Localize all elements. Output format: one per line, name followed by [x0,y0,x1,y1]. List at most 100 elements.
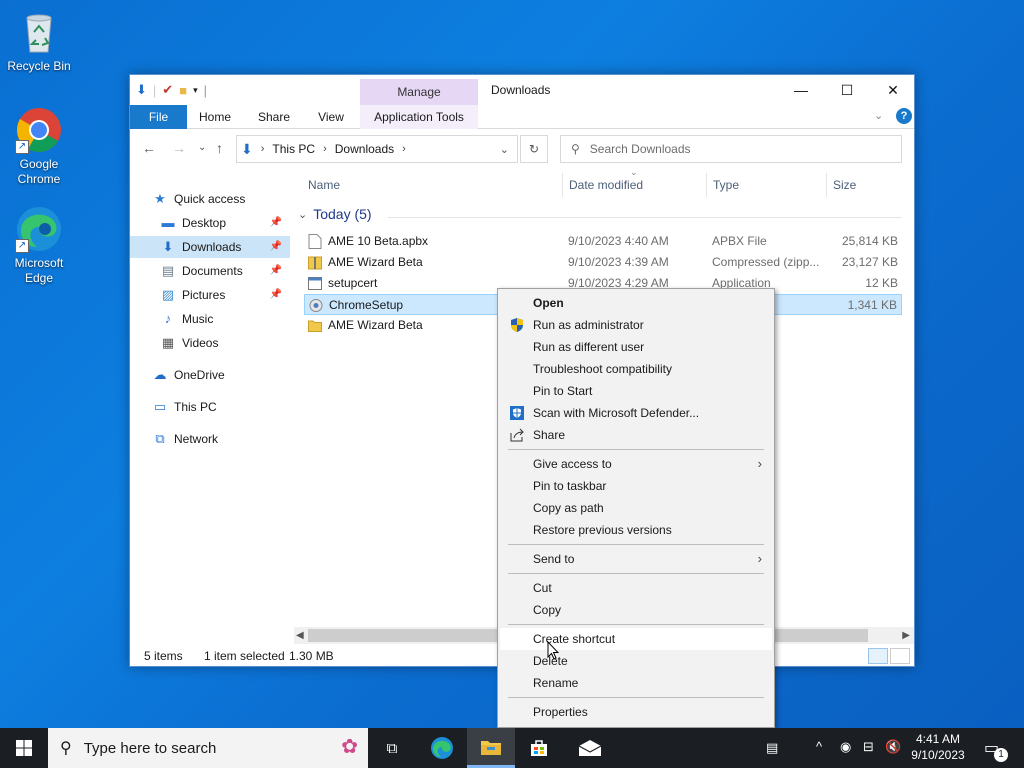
scroll-right-icon[interactable]: ▶ [902,627,910,644]
desktop-icon-recycle-bin[interactable]: Recycle Bin [1,8,77,74]
menu-pin-to-taskbar[interactable]: Pin to taskbar [500,475,772,497]
network-status-icon[interactable]: ⊟ [863,739,874,755]
menu-cut[interactable]: Cut [500,577,772,599]
menu-share[interactable]: Share [500,424,772,446]
search-input[interactable]: ⚲ Search Downloads [560,135,902,163]
menu-pin-to-start[interactable]: Pin to Start [500,380,772,402]
menu-copy[interactable]: Copy [500,599,772,621]
column-divider[interactable] [826,173,827,197]
tab-application-tools[interactable]: Application Tools [360,105,478,129]
nav-desktop[interactable]: ▬ Desktop 📌 [130,212,290,234]
group-header-today[interactable]: ⌄ Today (5) [298,206,902,222]
menu-send-to[interactable]: Send to › [500,548,772,570]
cloud-icon: ☁ [153,367,167,382]
edge-icon: ↗ [15,205,63,253]
nav-music[interactable]: ♪ Music [130,308,290,330]
meet-now-icon[interactable]: ◉ [840,739,851,755]
address-bar[interactable]: ⬇ › This PC › Downloads › ⌄ [236,135,518,163]
column-header-type[interactable]: Type [713,173,739,197]
menu-open[interactable]: Open [500,292,772,314]
menu-properties[interactable]: Properties [500,701,772,723]
tab-view[interactable]: View [308,105,354,129]
nav-downloads[interactable]: ⬇ Downloads 📌 [130,236,290,258]
expand-ribbon-icon[interactable]: ⌄ [874,109,883,122]
scroll-left-icon[interactable]: ◀ [296,627,304,644]
file-row[interactable]: AME 10 Beta.apbx 9/10/2023 4:40 AM APBX … [304,231,902,252]
start-button[interactable] [0,728,48,768]
clock-date: 9/10/2023 [911,748,965,762]
clock[interactable]: 4:41 AM 9/10/2023 [906,731,970,763]
menu-run-as-administrator[interactable]: Run as administrator [500,314,772,336]
desktop-icon-chrome[interactable]: ↗ Google Chrome [1,106,77,187]
maximize-button[interactable]: ☐ [824,75,870,105]
menu-create-shortcut[interactable]: Create shortcut [500,628,772,650]
input-indicator-icon[interactable]: ▤ [766,740,778,756]
menu-rename[interactable]: Rename [500,672,772,694]
customize-qat-icon[interactable]: ▾ [193,85,198,96]
nav-pictures[interactable]: ▨ Pictures 📌 [130,284,290,306]
file-size: 25,814 KB [841,234,898,248]
menu-run-as-different-user[interactable]: Run as different user [500,336,772,358]
column-header-size[interactable]: Size [833,173,856,197]
edge-icon [431,737,453,759]
volume-muted-icon[interactable]: 🔇 [885,739,901,755]
breadcrumb-chevron-icon[interactable]: › [402,143,406,155]
desktop-icon-edge[interactable]: ↗ Microsoft Edge [1,205,77,286]
nav-network[interactable]: ⧉ Network [152,428,218,450]
column-divider[interactable] [562,173,563,197]
menu-give-access-to[interactable]: Give access to › [500,453,772,475]
minimize-button[interactable]: — [778,75,824,105]
back-button[interactable]: ← [142,140,156,156]
file-row[interactable]: AME Wizard Beta 9/10/2023 4:39 AM Compre… [304,252,902,273]
collapse-chevron-icon[interactable]: ⌄ [298,208,307,221]
menu-restore-previous-versions[interactable]: Restore previous versions [500,519,772,541]
column-divider[interactable] [706,173,707,197]
column-header-name[interactable]: Name [308,173,340,197]
nav-onedrive[interactable]: ☁ OneDrive [152,364,225,386]
status-size: 1.30 MB [289,649,334,663]
file-icon [308,234,322,249]
show-hidden-icons-icon[interactable]: ^ [816,739,822,754]
nav-documents[interactable]: ▤ Documents 📌 [130,260,290,282]
tab-home[interactable]: Home [192,105,238,129]
breadcrumb-chevron-icon[interactable]: › [261,143,265,155]
breadcrumb-downloads[interactable]: Downloads [335,142,394,156]
forward-button[interactable]: → [172,140,186,156]
close-button[interactable]: ✕ [870,75,916,105]
nav-this-pc[interactable]: ▭ This PC [152,396,217,418]
menu-copy-as-path[interactable]: Copy as path [500,497,772,519]
tab-manage[interactable]: Manage [360,79,478,106]
nav-videos[interactable]: ▦ Videos [130,332,290,354]
menu-scan-with-defender[interactable]: Scan with Microsoft Defender... [500,402,772,424]
large-icons-view-button[interactable] [890,648,910,664]
taskbar-store-button[interactable] [515,728,563,768]
nav-quick-access[interactable]: ★ Quick access [152,188,245,210]
details-view-button[interactable] [868,648,888,664]
breadcrumb-chevron-icon[interactable]: › [323,143,327,155]
taskbar-mail-button[interactable] [566,728,614,768]
menu-label: Pin to Start [533,384,593,398]
refresh-button[interactable]: ↻ [520,135,548,163]
breadcrumb-this-pc[interactable]: This PC [272,142,315,156]
menu-troubleshoot-compatibility[interactable]: Troubleshoot compatibility [500,358,772,380]
notification-center-button[interactable]: ▭ 1 [978,728,1018,768]
help-icon[interactable]: ? [896,108,912,124]
menu-label: Open [533,296,564,310]
menu-delete[interactable]: Delete [500,650,772,672]
download-arrow-icon: ⬇ [162,239,174,254]
download-arrow-icon: ⬇ [136,82,147,97]
task-view-button[interactable]: ⧉ [368,728,416,768]
address-dropdown-icon[interactable]: ⌄ [500,143,509,156]
tab-share[interactable]: Share [248,105,300,129]
recent-locations-button[interactable]: ⌄ [198,142,206,153]
file-name: AME Wizard Beta [328,318,423,332]
up-button[interactable]: ↑ [216,140,223,156]
download-arrow-icon: ⬇ [241,140,253,157]
tab-file[interactable]: File [130,105,187,129]
taskbar-edge-button[interactable] [418,728,466,768]
taskbar-file-explorer-button[interactable] [467,728,515,768]
file-date: 9/10/2023 4:39 AM [568,255,669,269]
new-folder-icon[interactable]: ■ [179,83,187,98]
taskbar-search-input[interactable]: ⚲ Type here to search ✿ [48,728,368,768]
properties-icon[interactable]: ✔ [162,82,173,98]
